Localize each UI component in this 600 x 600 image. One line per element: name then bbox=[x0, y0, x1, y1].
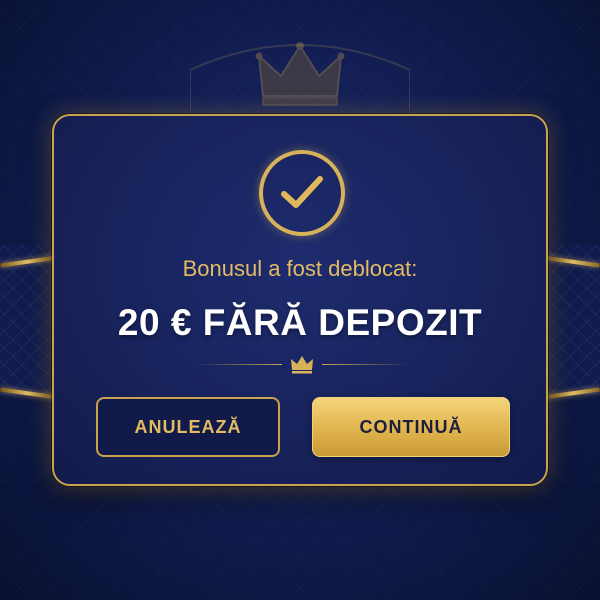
crown-icon bbox=[291, 356, 313, 374]
bonus-headline: 20 € FĂRĂ DEPOZIT bbox=[117, 302, 483, 343]
divider-line-left bbox=[194, 364, 282, 365]
left-side-panel bbox=[0, 245, 60, 395]
cancel-button[interactable]: ANULEAZĂ bbox=[96, 397, 280, 457]
success-badge bbox=[259, 150, 345, 236]
dialog-subtitle: Bonusul a fost deblocat: bbox=[182, 256, 418, 281]
background-crown-icon bbox=[255, 42, 345, 106]
bonus-unlocked-dialog: Bonusul a fost deblocat: 20 € FĂRĂ DEPOZ… bbox=[52, 114, 548, 486]
right-side-panel bbox=[540, 245, 600, 395]
checkmark-icon bbox=[281, 176, 323, 208]
continue-button[interactable]: CONTINUĂ bbox=[312, 397, 510, 457]
ornamental-divider bbox=[194, 354, 410, 374]
divider-line-right bbox=[322, 364, 410, 365]
